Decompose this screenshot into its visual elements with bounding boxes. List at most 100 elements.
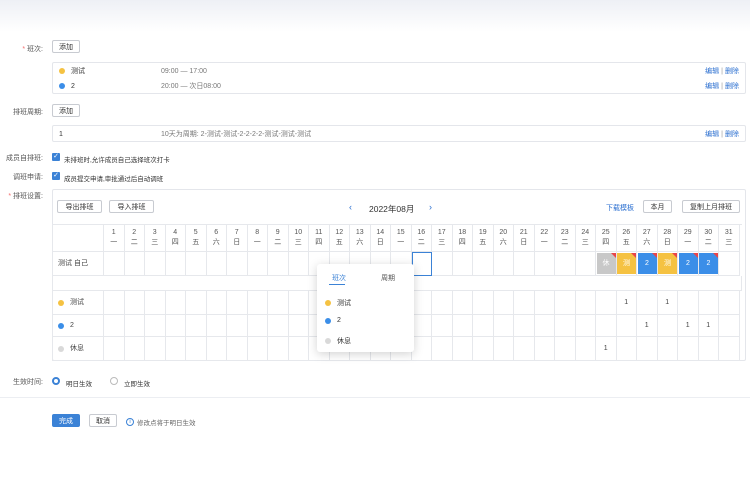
schedule-cell[interactable] <box>493 252 514 276</box>
swap-request-label: 调班申请: <box>13 174 43 181</box>
day-number: 3 <box>152 228 157 236</box>
chevron-left-icon[interactable]: ‹ <box>349 202 352 212</box>
schedule-cell[interactable]: 测 <box>657 252 678 276</box>
day-header-cell: 8一 <box>247 224 268 252</box>
swap-request-checkbox[interactable]: ✓ <box>52 172 60 180</box>
day-number: 19 <box>478 228 487 236</box>
export-schedule-button[interactable]: 导出排班 <box>57 200 102 213</box>
schedule-cell[interactable] <box>186 252 207 276</box>
effective-now-label: 立即生效 <box>124 381 150 388</box>
day-header-cell: 2二 <box>124 224 145 252</box>
effective-now-radio[interactable] <box>110 377 118 385</box>
delete-shift-link[interactable]: 删除 <box>725 68 739 75</box>
shift-color-dot <box>59 68 65 74</box>
chevron-right-icon[interactable]: › <box>429 202 432 212</box>
copy-last-month-button[interactable]: 复制上月排班 <box>682 200 740 213</box>
assigned-shift-chip[interactable]: 测 <box>658 253 677 274</box>
schedule-cell[interactable] <box>247 252 268 276</box>
shift-time: 09:00 — 17:00 <box>161 67 207 75</box>
summary-name: 2 <box>70 321 74 329</box>
summary-count-cell <box>555 291 576 315</box>
corner-marker-icon <box>692 253 698 258</box>
summary-count-cell <box>616 337 637 361</box>
day-number: 6 <box>214 228 219 236</box>
schedule-cell[interactable] <box>514 252 535 276</box>
schedule-cell[interactable] <box>555 252 576 276</box>
self-schedule-text: 未排班时,允许成员自己选择班次打卡 <box>64 157 170 164</box>
summary-count-cell <box>432 315 453 337</box>
weekday-label: 二 <box>417 238 425 246</box>
this-month-button[interactable]: 本月 <box>643 200 672 213</box>
schedule-cell[interactable] <box>145 252 166 276</box>
summary-count-cell <box>514 337 535 361</box>
assigned-shift-chip[interactable]: 休 <box>596 253 616 274</box>
schedule-cell[interactable] <box>206 252 227 276</box>
summary-count-cell <box>186 315 207 337</box>
weekday-label: 五 <box>192 238 200 246</box>
import-schedule-button[interactable]: 导入排班 <box>109 200 154 213</box>
schedule-cell[interactable] <box>165 252 186 276</box>
schedule-cell[interactable] <box>473 252 494 276</box>
popup-shift-option[interactable]: 休息 <box>325 336 351 346</box>
schedule-cell[interactable]: 休 <box>596 252 617 276</box>
edit-cycle-link[interactable]: 编辑 <box>705 131 719 138</box>
popup-shift-option[interactable]: 测试 <box>325 298 351 308</box>
summary-count-cell <box>719 337 740 361</box>
assigned-shift-chip[interactable]: 2 <box>699 253 718 274</box>
weekday-label: 五 <box>335 238 343 246</box>
download-template-link[interactable]: 下载模板 <box>606 203 634 213</box>
shift-color-dot <box>59 83 65 89</box>
edit-shift-link[interactable]: 编辑 <box>705 83 719 90</box>
done-button[interactable]: 完成 <box>52 414 80 427</box>
member-name: 测试 自己 <box>58 259 88 267</box>
assigned-shift-chip[interactable]: 测 <box>617 253 636 274</box>
delete-shift-link[interactable]: 删除 <box>725 83 739 90</box>
schedule-cell[interactable]: 2 <box>698 252 719 276</box>
schedule-cell[interactable] <box>268 252 289 276</box>
option-label: 测试 <box>337 300 351 307</box>
add-cycle-button[interactable]: 添加 <box>52 104 80 117</box>
delete-cycle-link[interactable]: 删除 <box>725 131 739 138</box>
shift-list: 测试 09:00 — 17:00 编辑 | 删除 2 20:00 — 次日08:00… <box>52 62 746 94</box>
tab-shift[interactable]: 班次 <box>332 273 346 283</box>
schedule-cell[interactable] <box>227 252 248 276</box>
summary-count-cell: 1 <box>596 337 617 361</box>
summary-count-cell <box>637 291 658 315</box>
summary-count-cell <box>596 315 617 337</box>
schedule-cell[interactable]: 2 <box>678 252 699 276</box>
day-header-cell: 26 五 <box>616 224 637 252</box>
cycle-list: 1 10天为周期: 2-测试-测试-2-2-2-2-测试-测试-测试 编辑 | 删除 <box>52 125 746 142</box>
weekday-label: 一 <box>110 238 118 246</box>
assigned-shift-chip[interactable]: 2 <box>678 253 698 274</box>
day-header-cell: 14 日 <box>370 224 391 252</box>
add-shift-button[interactable]: 添加 <box>52 40 80 53</box>
schedule-cell[interactable] <box>719 252 740 276</box>
day-header-cell: 28 日 <box>657 224 678 252</box>
weekday-label: 二 <box>561 238 569 246</box>
schedule-cell[interactable] <box>575 252 596 276</box>
cancel-button[interactable]: 取消 <box>89 414 117 427</box>
shift-picker-popup: 班次 周期 测试 2 休息 <box>317 264 414 352</box>
assigned-shift-chip[interactable]: 2 <box>637 253 657 274</box>
summary-count-cell <box>124 291 145 315</box>
self-schedule-checkbox[interactable]: ✓ <box>52 153 60 161</box>
schedule-cell[interactable] <box>124 252 145 276</box>
summary-color-dot <box>58 345 64 352</box>
tab-cycle[interactable]: 周期 <box>381 273 395 283</box>
weekday-label: 日 <box>376 238 384 246</box>
row-name-cell: 2 <box>52 315 104 337</box>
schedule-cell[interactable]: 测 <box>616 252 637 276</box>
schedule-cell[interactable] <box>104 252 125 276</box>
popup-shift-option[interactable]: 2 <box>325 317 341 324</box>
day-header-cell: 27 六 <box>637 224 658 252</box>
summary-count-cell <box>268 337 289 361</box>
schedule-cell[interactable] <box>411 252 432 276</box>
schedule-cell[interactable] <box>452 252 473 276</box>
schedule-cell[interactable] <box>432 252 453 276</box>
effective-tomorrow-radio[interactable] <box>52 377 60 385</box>
schedule-cell[interactable] <box>534 252 555 276</box>
schedule-cell[interactable]: 2 <box>637 252 658 276</box>
edit-shift-link[interactable]: 编辑 <box>705 68 719 75</box>
summary-count-cell <box>452 337 473 361</box>
schedule-cell[interactable] <box>288 252 309 276</box>
